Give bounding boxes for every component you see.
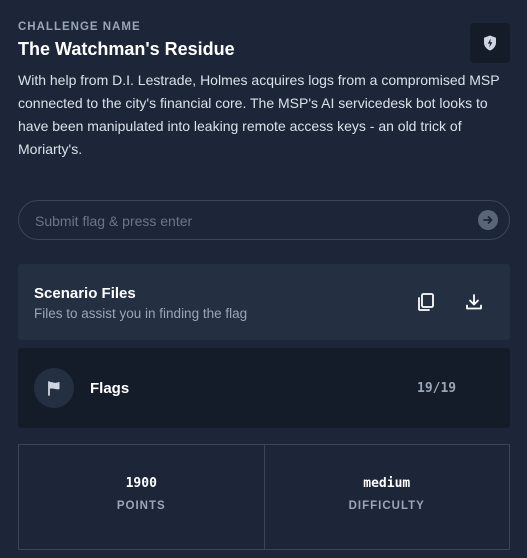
scenario-files-title: Scenario Files — [34, 285, 136, 302]
difficulty-value: medium — [363, 476, 411, 491]
challenge-title: The Watchman's Residue — [18, 39, 235, 59]
shield-badge-button[interactable] — [470, 23, 510, 63]
challenge-stats: 1900 POINTS medium DIFFICULTY — [18, 444, 510, 550]
challenge-description: With help from D.I. Lestrade, Holmes acq… — [18, 72, 500, 157]
arrow-right-icon — [483, 216, 493, 224]
submit-flag-button[interactable] — [478, 210, 498, 230]
download-icon — [466, 294, 482, 310]
flag-input[interactable] — [33, 201, 477, 241]
points-value: 1900 — [125, 476, 157, 491]
download-button[interactable] — [462, 290, 486, 314]
flags-label: Flags — [90, 380, 130, 397]
flag-icon — [48, 381, 60, 396]
flag-submit-field — [18, 200, 510, 241]
challenge-name-label: CHALLENGE NAME — [18, 21, 141, 33]
difficulty-stat: medium DIFFICULTY — [263, 445, 510, 549]
copy-button[interactable] — [414, 290, 438, 314]
scenario-files-card: Scenario Files Files to assist you in fi… — [18, 264, 510, 340]
points-label: POINTS — [116, 500, 166, 512]
flags-card[interactable]: Flags 19/19 — [18, 348, 510, 428]
flag-icon-circle — [34, 368, 74, 408]
difficulty-label: DIFFICULTY — [348, 500, 425, 512]
points-stat: 1900 POINTS — [19, 445, 264, 549]
copy-icon — [418, 293, 434, 311]
shield-icon — [484, 35, 496, 51]
flags-count: 19/19 — [417, 381, 457, 396]
scenario-files-subtitle: Files to assist you in finding the flag — [34, 306, 248, 321]
